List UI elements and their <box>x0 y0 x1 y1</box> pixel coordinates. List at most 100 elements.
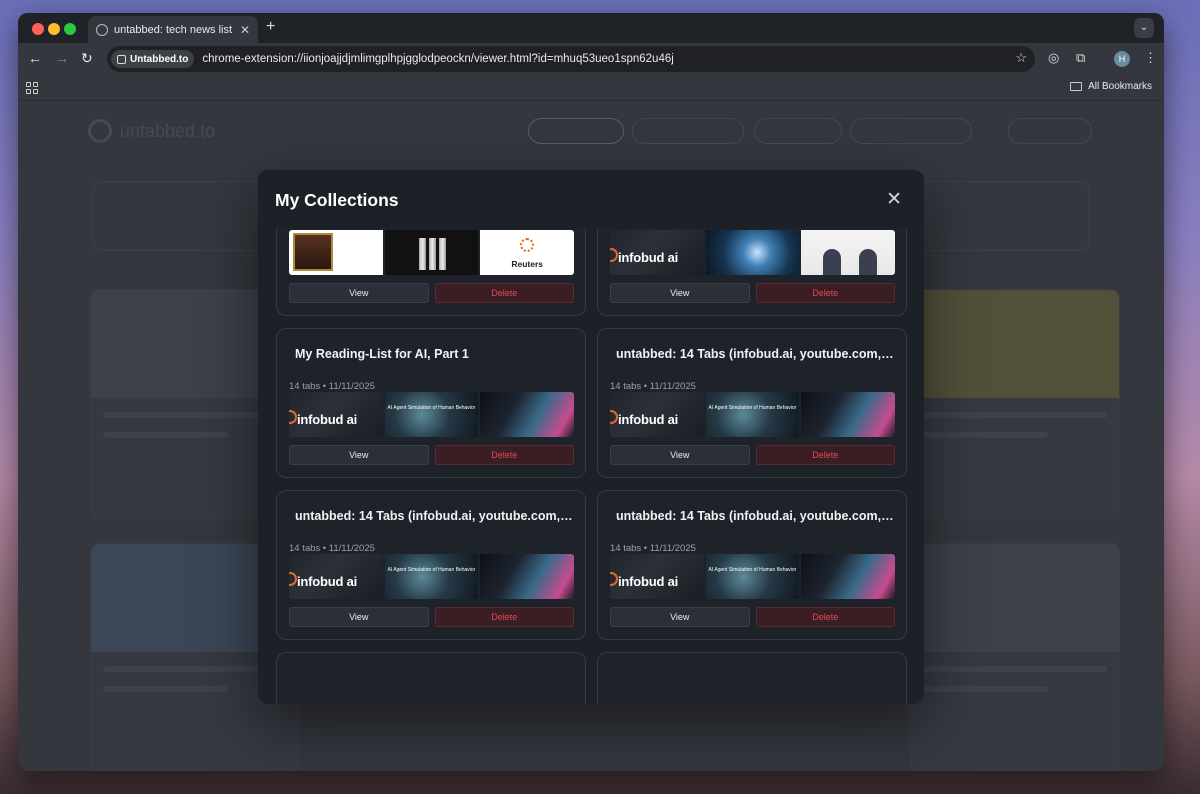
modal-title: My Collections <box>275 190 399 210</box>
toolbar: ← → ↻ Untabbed.to chrome-extension://iio… <box>18 43 1164 75</box>
bookmarks-bar: All Bookmarks <box>18 75 1164 101</box>
thumbnail-monitor <box>480 392 574 437</box>
thumbnail-space <box>705 230 800 275</box>
thumbnail-pillars <box>384 230 479 275</box>
view-button[interactable]: View <box>289 445 429 465</box>
collection-card <box>597 652 907 704</box>
extensions-puzzle-icon[interactable]: ⧉ <box>1076 50 1085 66</box>
thumbnail-caption: AI Agent Simulation of Human Behavior <box>387 567 476 573</box>
delete-button[interactable]: Delete <box>434 283 574 303</box>
thumbnail-infobud: infobud ai <box>610 554 704 599</box>
portrait-image <box>293 233 333 271</box>
infobud-logo-icon <box>289 572 297 586</box>
collection-meta: 14 tabs • 11/11/2025 <box>289 381 375 392</box>
infobud-logo-icon <box>610 248 618 262</box>
site-chip-label: Untabbed.to <box>130 53 189 65</box>
thumbnail-text: infobud ai <box>297 574 358 589</box>
thumbnail-monitor <box>801 392 895 437</box>
infobud-logo-icon <box>610 410 618 424</box>
extension-icon <box>117 54 126 64</box>
new-tab-button[interactable]: + <box>266 18 275 36</box>
back-button[interactable]: ← <box>28 50 42 66</box>
thumbnail-reuters: Reuters <box>480 230 574 275</box>
delete-button[interactable]: Delete <box>755 445 895 465</box>
all-bookmarks-button[interactable]: All Bookmarks <box>1070 81 1152 92</box>
view-button[interactable]: View <box>289 607 429 627</box>
reload-button[interactable]: ↻ <box>81 50 93 67</box>
infobud-logo-icon <box>610 572 618 586</box>
address-bar[interactable]: Untabbed.to chrome-extension://iionjoajj… <box>107 46 1035 72</box>
collection-meta: 14 tabs • 11/11/2025 <box>289 543 375 554</box>
tab-active[interactable]: untabbed: tech news list this ✕ <box>88 16 258 43</box>
collection-actions: View Delete <box>610 445 895 465</box>
tab-search-button[interactable]: ⌄ <box>1134 18 1154 38</box>
collections-modal: My Collections ✕ Tech News3 tabs • 11/11… <box>258 170 924 704</box>
extension-code-icon[interactable]: ◎ <box>1048 50 1059 66</box>
forward-button[interactable]: → <box>55 50 69 66</box>
collection-actions: View Delete <box>289 445 574 465</box>
collection-title: untabbed: 14 Tabs (infobud.ai, youtube.c… <box>616 347 896 361</box>
view-button[interactable]: View <box>610 607 750 627</box>
collection-thumbnails: infobud ai AI Agent Simulation of Human B… <box>610 554 895 599</box>
delete-button[interactable]: Delete <box>755 607 895 627</box>
collection-title: untabbed: 14 Tabs (infobud.ai, youtube.c… <box>295 509 575 523</box>
thumbnail-infobud: infobud ai <box>610 392 704 437</box>
collection-card: untabbed: 14 Tabs (infobud.ai, youtube.c… <box>597 328 907 478</box>
collection-actions: View Delete <box>289 283 574 303</box>
close-window-button[interactable] <box>32 23 44 35</box>
person-figure <box>859 249 878 275</box>
collections-grid[interactable]: Tech News3 tabs • 11/11/2025ReutersViewD… <box>258 228 924 704</box>
pillar-shape <box>428 238 436 270</box>
collection-meta: 14 tabs • 11/11/2025 <box>610 543 696 554</box>
infobud-logo-icon <box>289 410 297 424</box>
collection-card: untabbed: tech news list this week9 tabs… <box>597 228 907 316</box>
tab-strip: untabbed: tech news list this ✕ + ⌄ <box>18 13 1164 43</box>
thumbnail-brain: AI Agent Simulation of Human Behavior <box>705 392 800 437</box>
thumbnail-infobud: infobud ai <box>289 392 383 437</box>
delete-button[interactable]: Delete <box>755 283 895 303</box>
zoom-window-button[interactable] <box>64 23 76 35</box>
profile-avatar[interactable]: H <box>1114 51 1130 67</box>
thumbnail-text: infobud ai <box>618 250 679 265</box>
collection-meta: 14 tabs • 11/11/2025 <box>610 381 696 392</box>
close-icon[interactable]: ✕ <box>886 188 902 211</box>
thumbnail-brain: AI Agent Simulation of Human Behavior <box>384 392 479 437</box>
thumbnail-mug <box>289 230 383 275</box>
collection-card: untabbed: 14 Tabs (infobud.ai, youtube.c… <box>597 490 907 640</box>
tab-title: untabbed: tech news list this <box>114 23 234 36</box>
url-text: chrome-extension://iionjoajjdjmlimgplhpj… <box>202 53 674 65</box>
apps-grid-icon[interactable] <box>26 82 38 94</box>
minimize-window-button[interactable] <box>48 23 60 35</box>
thumbnail-text: infobud ai <box>297 412 358 427</box>
site-chip[interactable]: Untabbed.to <box>111 50 195 68</box>
browser-window: untabbed: tech news list this ✕ + ⌄ ← → … <box>18 13 1164 771</box>
thumbnail-text: infobud ai <box>618 574 679 589</box>
thumbnail-brain: AI Agent Simulation of Human Behavior <box>384 554 479 599</box>
tab-close-icon[interactable]: ✕ <box>240 23 250 37</box>
folder-icon <box>1070 82 1083 91</box>
collection-thumbnails: infobud ai AI Agent Simulation of Human B… <box>610 392 895 437</box>
thumbnail-caption: AI Agent Simulation of Human Behavior <box>387 405 476 411</box>
collection-card: Tech News3 tabs • 11/11/2025ReutersViewD… <box>276 228 586 316</box>
person-figure <box>823 249 842 275</box>
collection-thumbnails: infobud ai <box>610 230 895 275</box>
collection-actions: View Delete <box>610 607 895 627</box>
thumbnail-monitor <box>480 554 574 599</box>
bookmark-star-icon[interactable]: ☆ <box>1015 50 1027 66</box>
delete-button[interactable]: Delete <box>434 607 574 627</box>
thumbnail-text: Reuters <box>511 259 543 269</box>
collection-card: My Reading-List for AI, Part 1 14 tabs • … <box>276 328 586 478</box>
thumbnail-infobud: infobud ai <box>610 230 704 275</box>
view-button[interactable]: View <box>289 283 429 303</box>
delete-button[interactable]: Delete <box>434 445 574 465</box>
collection-thumbnails: Reuters <box>289 230 574 275</box>
thumbnail-monitor <box>801 554 895 599</box>
collection-card <box>276 652 586 704</box>
thumbnail-infobud: infobud ai <box>289 554 383 599</box>
view-button[interactable]: View <box>610 283 750 303</box>
thumbnail-brain: AI Agent Simulation of Human Behavior <box>705 554 800 599</box>
view-button[interactable]: View <box>610 445 750 465</box>
more-menu-icon[interactable]: ⋮ <box>1144 50 1157 66</box>
thumbnail-people <box>801 230 895 275</box>
pillar-shape <box>438 238 446 270</box>
